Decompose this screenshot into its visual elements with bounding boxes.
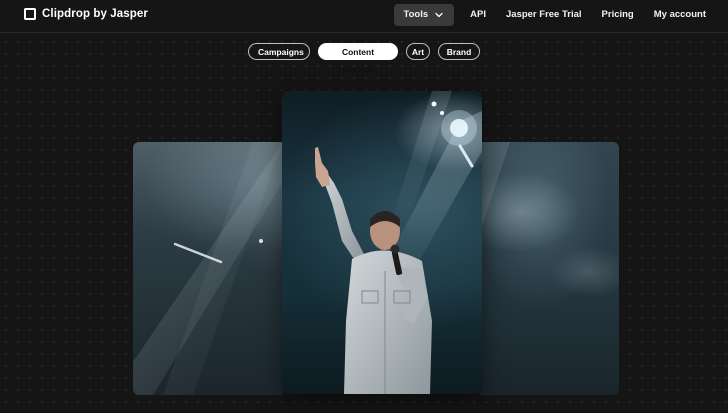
nav-link-my-account[interactable]: My account — [644, 4, 716, 26]
top-navbar: Clipdrop by Jasper Tools API Jasper Free… — [0, 0, 728, 33]
clipdrop-logo-icon — [24, 8, 36, 20]
category-tabs: Campaigns Content Creator Art Brand — [0, 43, 728, 74]
tab-brand[interactable]: Brand — [438, 43, 480, 60]
singer-performing-on-stage-image — [282, 91, 482, 394]
concert-stage-fog-image — [480, 142, 619, 395]
chevron-down-icon — [435, 12, 443, 18]
nav-link-api[interactable]: API — [460, 4, 496, 26]
nav-link-jasper-free-trial[interactable]: Jasper Free Trial — [496, 4, 592, 26]
stage-fog — [480, 142, 619, 297]
tools-label: Tools — [403, 9, 429, 20]
brand-logo[interactable]: Clipdrop by Jasper — [24, 8, 148, 20]
singer-illustration — [315, 91, 482, 394]
concert-stage-lights-image — [133, 142, 283, 395]
nav-link-pricing[interactable]: Pricing — [592, 4, 644, 26]
tab-art[interactable]: Art — [406, 43, 430, 60]
stage-light-beams — [133, 142, 283, 395]
tab-campaigns[interactable]: Campaigns — [248, 43, 310, 60]
tab-content-creator[interactable]: Content Creator — [318, 43, 398, 74]
tools-menu-button[interactable]: Tools — [393, 4, 455, 26]
nav-links: Tools API Jasper Free Trial Pricing My a… — [393, 4, 716, 26]
brand-name: Clipdrop by Jasper — [42, 8, 148, 20]
